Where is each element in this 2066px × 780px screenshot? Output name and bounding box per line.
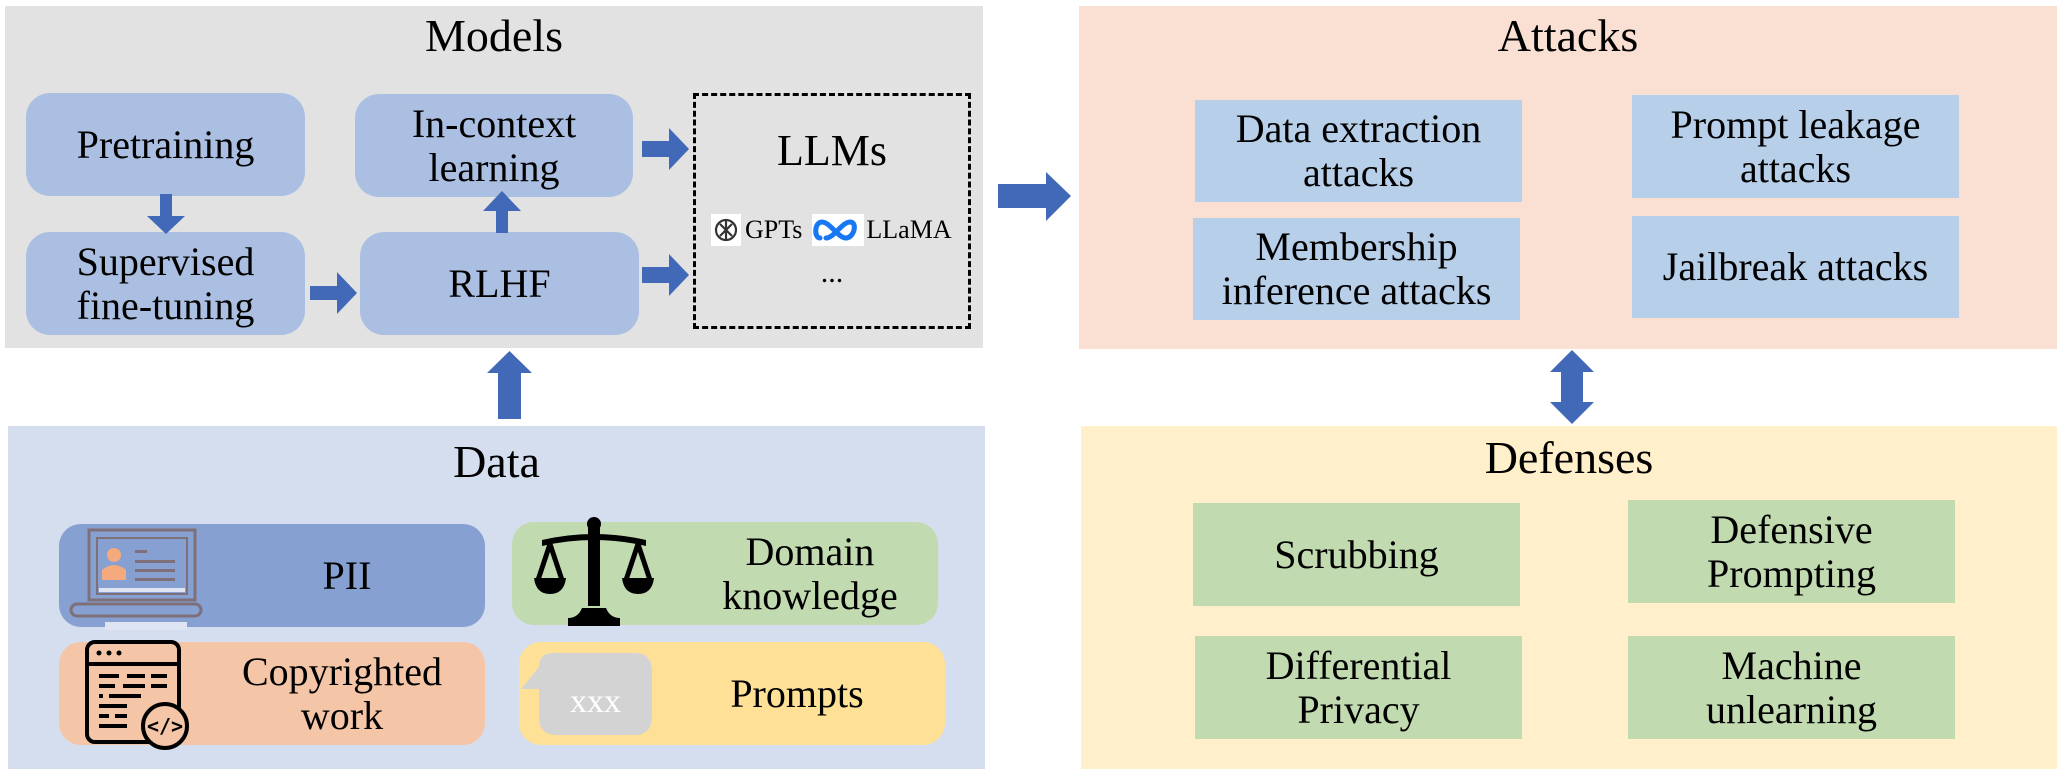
arrow-models-to-attacks <box>998 172 1071 221</box>
llama-label: LLaMA <box>866 215 952 244</box>
svg-text:</>: </> <box>147 714 183 738</box>
data-title: Data <box>453 436 540 487</box>
llms-more: ... <box>820 256 844 289</box>
copyrighted-work-label: Copyrighted work <box>242 648 442 738</box>
domain-knowledge-label: Domain knowledge <box>722 528 898 618</box>
rlhf-box: RLHF <box>360 232 639 335</box>
laptop-profile-icon <box>69 528 209 637</box>
arrow-rlhf-to-icl <box>483 191 521 233</box>
gpts-label: GPTs <box>745 215 803 244</box>
defensive-prompting-box: Defensive Prompting <box>1628 500 1955 603</box>
copyrighted-work-item: </> Copyrighted work <box>59 640 485 750</box>
icl-box: In-context learning <box>355 94 633 197</box>
code-document-icon: </> <box>85 640 197 757</box>
differential-privacy-box: Differential Privacy <box>1195 636 1522 739</box>
domain-knowledge-item: Domain knowledge <box>512 517 938 626</box>
prompts-label: Prompts <box>730 670 864 716</box>
attacks-title: Attacks <box>1497 10 1639 61</box>
prompt-leakage-attacks-box: Prompt leakage attacks <box>1632 95 1959 198</box>
arrow-pretraining-to-sft <box>147 194 185 234</box>
scales-icon <box>534 514 654 631</box>
pretraining-box: Pretraining <box>26 93 305 196</box>
arrow-data-to-rlhf <box>487 351 532 419</box>
llm-logos-row: GPTs LLaMA <box>711 214 952 246</box>
speech-bubble-icon: xxx <box>519 653 652 735</box>
arrow-icl-to-llms <box>642 128 689 170</box>
data-extraction-attacks-box: Data extraction attacks <box>1195 100 1522 202</box>
machine-unlearning-box: Machine unlearning <box>1628 636 1955 739</box>
models-title: Models <box>425 10 563 61</box>
prompt-bubble-text: xxx <box>570 683 621 720</box>
prompts-item: xxx Prompts <box>519 642 945 745</box>
defenses-title: Defenses <box>1484 432 1654 483</box>
arrow-attacks-defenses <box>1550 350 1594 424</box>
pii-label: PII <box>322 552 372 598</box>
sft-box: Supervised fine-tuning <box>26 232 305 335</box>
arrow-rlhf-to-llms <box>642 254 689 296</box>
llms-box: LLMs GPTs LLaMA ... <box>693 93 971 329</box>
pii-item: PII <box>59 524 485 630</box>
meta-icon <box>812 214 865 246</box>
llms-title: LLMs <box>777 126 887 175</box>
scrubbing-box: Scrubbing <box>1193 503 1520 606</box>
jailbreak-attacks-box: Jailbreak attacks <box>1632 216 1959 318</box>
openai-icon <box>711 214 741 246</box>
arrow-sft-to-rlhf <box>310 272 357 314</box>
membership-inference-attacks-box: Membership inference attacks <box>1193 218 1520 320</box>
